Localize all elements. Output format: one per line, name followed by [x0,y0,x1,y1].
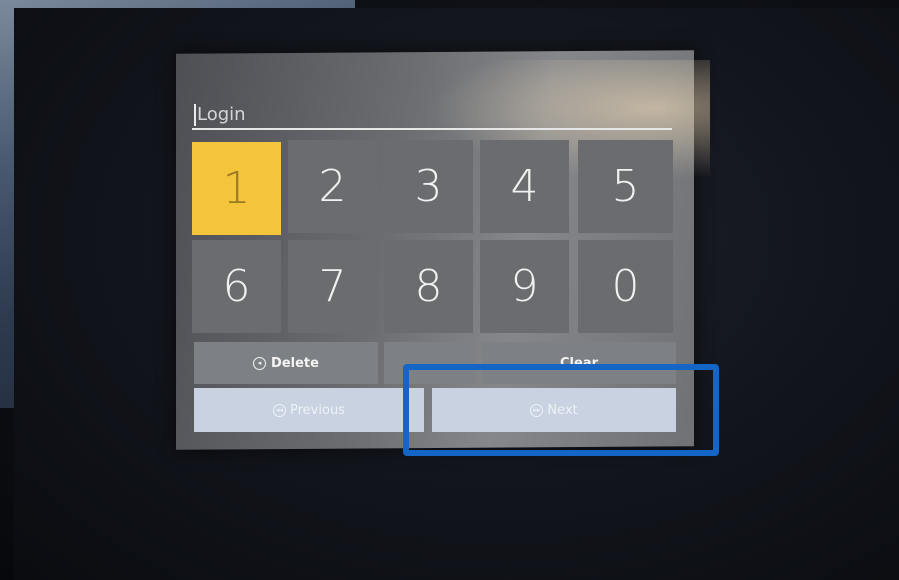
clear-label: Clear [560,355,598,371]
key-4[interactable]: 4 [480,140,569,233]
clear-button[interactable]: Clear [482,342,676,384]
login-placeholder: Login [194,104,246,126]
key-5[interactable]: 5 [578,140,673,233]
circle-back-icon: ◂ [253,356,267,370]
delete-label: Delete [271,355,319,371]
numeric-keypad: 1 2 3 4 5 6 7 8 9 0 [192,140,676,336]
key-6[interactable]: 6 [192,240,281,333]
next-button[interactable]: ▸▸ Next [432,388,676,432]
previous-label: Previous [290,402,345,418]
photo-stage: Login 1 2 3 4 5 6 7 8 9 0 ◂ Delete Clear… [0,0,899,580]
previous-button[interactable]: ◂◂ Previous [194,388,424,432]
key-1[interactable]: 1 [192,142,281,235]
key-9[interactable]: 9 [480,240,569,333]
key-2[interactable]: 2 [288,140,377,233]
action-row: ◂ Delete Clear [194,342,676,384]
circle-forward-icon: ▸▸ [530,403,544,417]
circle-rewind-icon: ◂◂ [273,403,287,417]
key-7[interactable]: 7 [288,240,377,333]
key-3[interactable]: 3 [384,140,473,233]
blank-action-button[interactable] [384,342,476,384]
key-8[interactable]: 8 [384,240,473,333]
key-0[interactable]: 0 [578,240,673,333]
login-field[interactable]: Login [192,102,672,130]
next-label: Next [547,402,578,418]
navigation-row: ◂◂ Previous ▸▸ Next [194,388,678,434]
delete-button[interactable]: ◂ Delete [194,342,378,384]
